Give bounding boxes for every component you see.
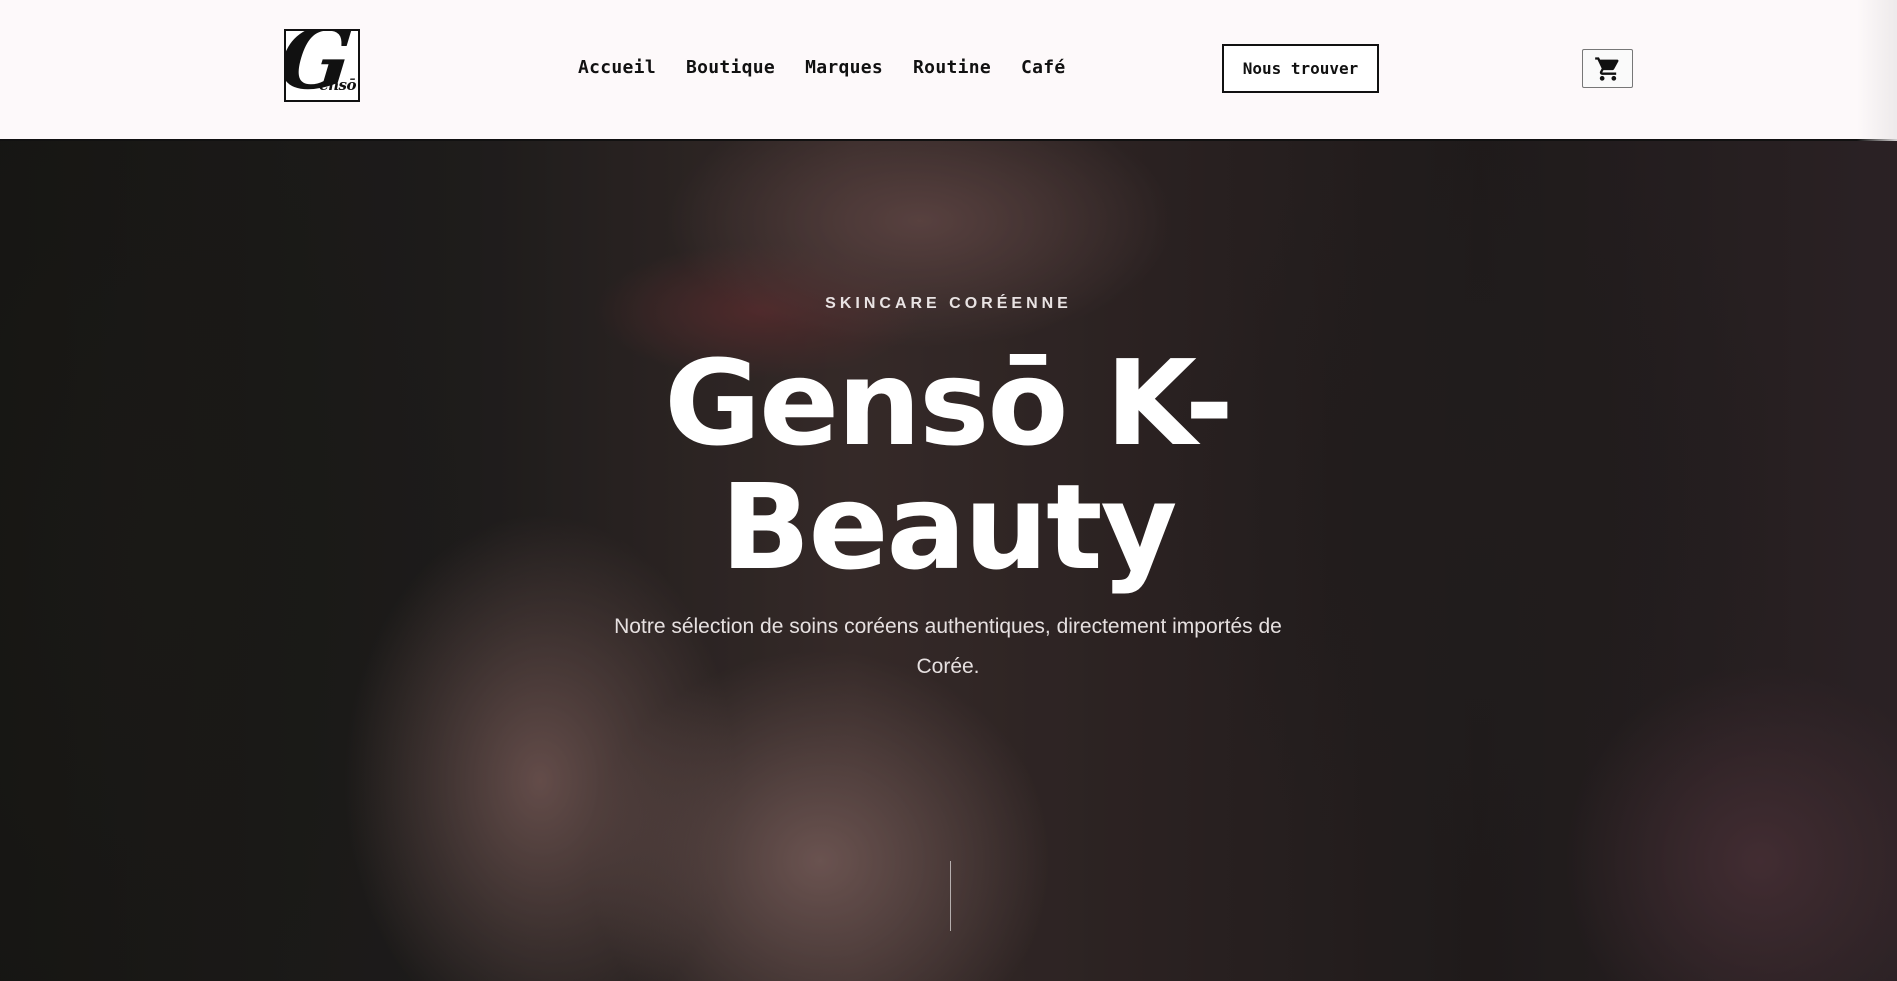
nav-item-routine[interactable]: Routine (913, 57, 991, 78)
hero-content: SKINCARE CORÉENNE Gensō K-Beauty Notre s… (0, 141, 1897, 981)
hero-section: SKINCARE CORÉENNE Gensō K-Beauty Notre s… (0, 141, 1897, 981)
main-nav: Accueil Boutique Marques Routine Café (578, 57, 1066, 78)
nav-item-marques[interactable]: Marques (805, 57, 883, 78)
cart-icon (1594, 56, 1619, 81)
hero-title: Gensō K-Beauty (664, 334, 1233, 596)
find-us-button[interactable]: Nous trouver (1222, 44, 1379, 93)
site-header: G ensō Accueil Boutique Marques Routine … (0, 0, 1897, 141)
nav-item-accueil[interactable]: Accueil (578, 57, 656, 78)
brand-logo[interactable]: G ensō (284, 29, 360, 102)
scroll-indicator (950, 861, 951, 931)
nav-item-boutique[interactable]: Boutique (686, 57, 775, 78)
nav-item-cafe[interactable]: Café (1021, 57, 1066, 78)
hero-subtitle: Notre sélection de soins coréens authent… (614, 615, 1282, 678)
header-edge-shade (1857, 0, 1897, 141)
hero-eyebrow: SKINCARE CORÉENNE (825, 295, 1072, 312)
cart-button[interactable] (1582, 49, 1633, 88)
logo-text: ensō (319, 76, 356, 94)
